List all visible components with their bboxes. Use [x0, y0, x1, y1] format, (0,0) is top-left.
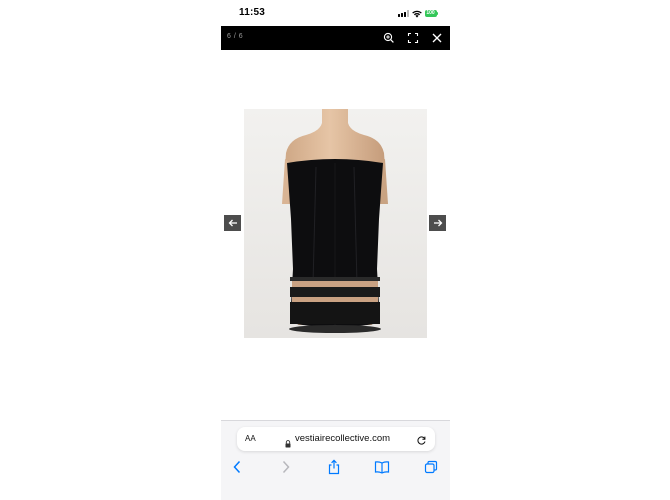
browser-bottom-bar: AA vestiairecollective.com [221, 420, 450, 500]
browser-toolbar [221, 457, 450, 481]
tabs-icon[interactable] [421, 457, 441, 477]
url-text[interactable]: vestiairecollective.com [295, 433, 390, 444]
share-icon[interactable] [324, 457, 344, 477]
fullscreen-icon[interactable] [406, 31, 420, 45]
forward-icon[interactable] [276, 457, 296, 477]
cellular-signal-icon [397, 10, 409, 17]
text-size-button[interactable]: AA [245, 434, 256, 443]
product-photo [244, 109, 427, 338]
arrow-left-icon[interactable] [224, 215, 241, 231]
reload-icon[interactable] [416, 433, 427, 445]
status-icons: 100 [397, 9, 438, 18]
close-icon[interactable] [430, 31, 444, 45]
lock-icon [285, 435, 291, 448]
arrow-right-icon[interactable] [429, 215, 446, 231]
status-time: 11:53 [239, 7, 266, 18]
image-viewer-toolbar: 6 / 6 [221, 26, 450, 50]
phone-screen: 11:53 100 6 / 6 AA vestiairecollective.c… [221, 0, 450, 500]
wifi-icon [411, 5, 422, 23]
address-bar[interactable]: AA vestiairecollective.com [237, 427, 435, 451]
status-bar: 11:53 100 [221, 0, 450, 26]
bookmarks-icon[interactable] [372, 457, 392, 477]
zoom-in-icon[interactable] [382, 31, 396, 45]
image-counter: 6 / 6 [227, 33, 244, 40]
battery-level: 100 [424, 10, 437, 17]
back-icon[interactable] [227, 457, 247, 477]
battery-icon: 100 [424, 10, 438, 17]
